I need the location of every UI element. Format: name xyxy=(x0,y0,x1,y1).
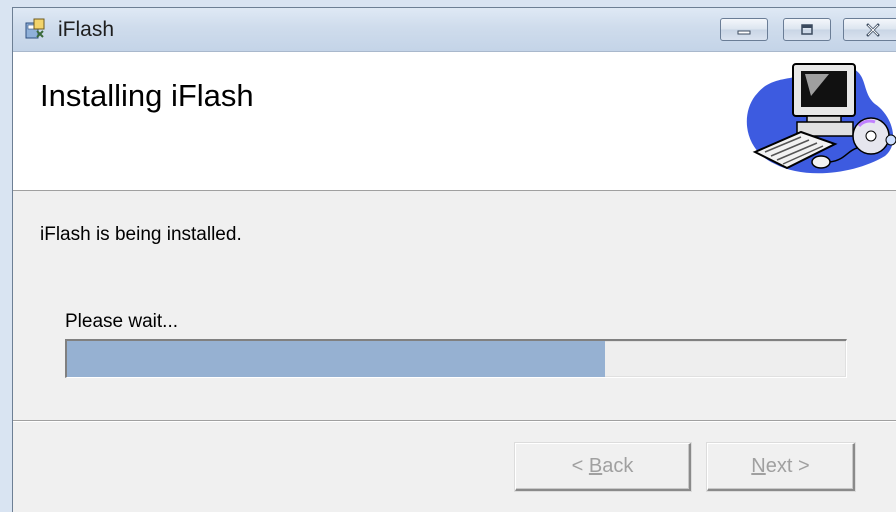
please-wait-label: Please wait... xyxy=(65,311,178,332)
close-button[interactable] xyxy=(843,18,896,41)
back-arrow: < xyxy=(571,455,589,477)
install-progress-bar xyxy=(65,339,847,378)
footer-divider xyxy=(13,420,896,422)
minimize-button[interactable] xyxy=(720,18,768,41)
install-status-text: iFlash is being installed. xyxy=(40,224,242,245)
close-icon xyxy=(866,22,880,37)
computer-cd-setup-icon xyxy=(735,56,896,180)
header-banner: Installing iFlash xyxy=(13,52,896,191)
maximize-icon xyxy=(801,23,813,35)
title-bar[interactable]: iFlash xyxy=(13,8,896,52)
next-label-rest: ext xyxy=(765,455,793,477)
window-title: iFlash xyxy=(58,18,115,41)
next-access-key: N xyxy=(751,455,766,477)
minimize-icon xyxy=(737,30,751,34)
next-button[interactable]: Next > xyxy=(707,443,855,491)
back-button[interactable]: < Back xyxy=(515,443,691,491)
back-access-key: B xyxy=(588,455,603,477)
install-progress-fill xyxy=(67,341,605,377)
installer-app-icon xyxy=(23,17,47,41)
next-arrow: > xyxy=(792,455,810,477)
maximize-button[interactable] xyxy=(783,18,831,41)
installer-window: iFlash Installing iFlash iFlash is being… xyxy=(12,7,896,512)
page-title: Installing iFlash xyxy=(40,78,254,113)
back-label-rest: ack xyxy=(602,455,634,477)
